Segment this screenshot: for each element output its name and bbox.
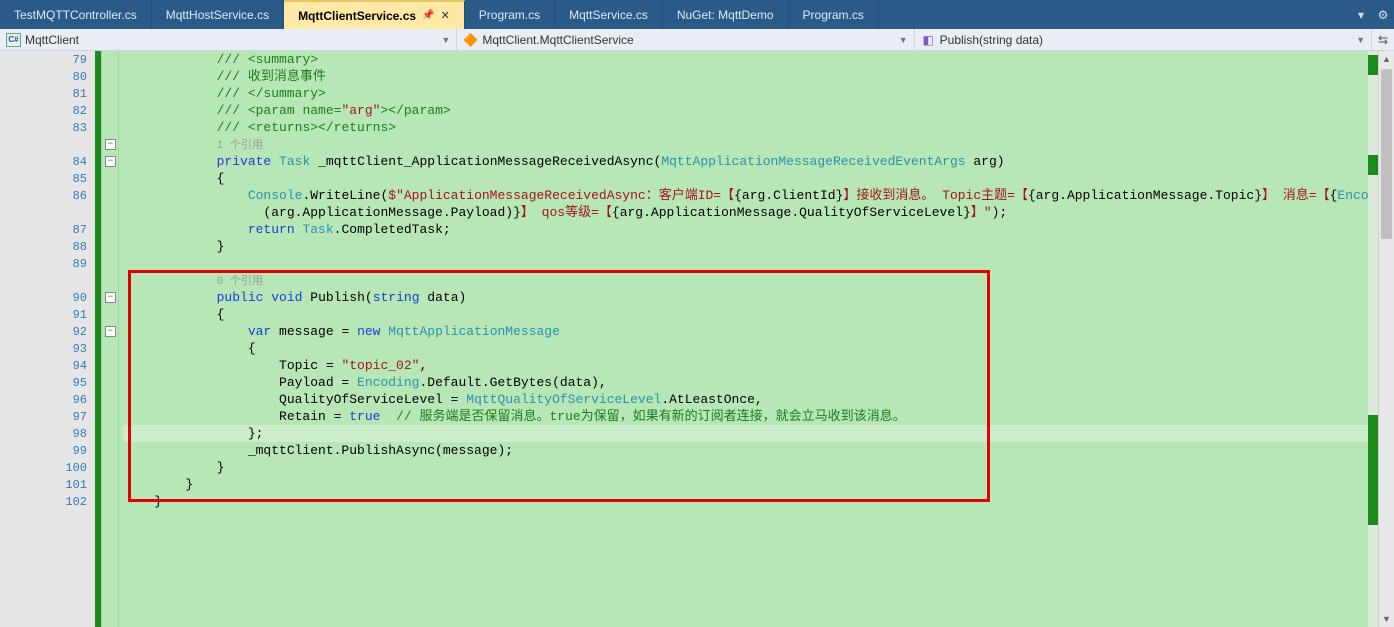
code-line[interactable]: Console.WriteLine($"ApplicationMessageRe… bbox=[123, 187, 1394, 204]
code-line[interactable]: _mqttClient.PublishAsync(message); bbox=[123, 442, 1394, 459]
fold-column[interactable]: − − − − bbox=[101, 51, 119, 627]
tab-nuget[interactable]: NuGet: MqttDemo bbox=[663, 0, 789, 29]
code-line[interactable]: private Task _mqttClient_ApplicationMess… bbox=[123, 153, 1394, 170]
overview-margin bbox=[1368, 51, 1378, 627]
scroll-up-arrow[interactable]: ▲ bbox=[1379, 51, 1394, 67]
method-icon: ◧ bbox=[921, 33, 936, 47]
code-line[interactable]: 1 个引用 bbox=[123, 136, 1394, 153]
code-line[interactable] bbox=[123, 255, 1394, 272]
code-line[interactable]: } bbox=[123, 459, 1394, 476]
pin-icon[interactable]: 📌 bbox=[422, 10, 434, 21]
code-line[interactable]: } bbox=[123, 238, 1394, 255]
code-line[interactable]: { bbox=[123, 340, 1394, 357]
scroll-down-arrow[interactable]: ▼ bbox=[1379, 611, 1394, 627]
line-number-gutter: 7980818283848586878889909192939495969798… bbox=[20, 51, 95, 627]
tab-overflow-dropdown[interactable]: ▾ bbox=[1350, 0, 1372, 29]
code-line[interactable]: Payload = Encoding.Default.GetBytes(data… bbox=[123, 374, 1394, 391]
code-line[interactable]: /// 收到消息事件 bbox=[123, 68, 1394, 85]
tab-program-2[interactable]: Program.cs bbox=[789, 0, 879, 29]
code-line[interactable]: var message = new MqttApplicationMessage bbox=[123, 323, 1394, 340]
csharp-icon: C# bbox=[6, 33, 21, 47]
code-area[interactable]: /// <summary> /// 收到消息事件 /// </summary> … bbox=[119, 51, 1394, 627]
fold-toggle[interactable]: − bbox=[105, 326, 116, 337]
tab-mqttservice[interactable]: MqttService.cs bbox=[555, 0, 663, 29]
tab-program[interactable]: Program.cs bbox=[465, 0, 555, 29]
fold-toggle[interactable]: − bbox=[105, 156, 116, 167]
chevron-down-icon: ▼ bbox=[899, 35, 908, 45]
code-line[interactable]: } bbox=[123, 476, 1394, 493]
class-icon: 🔶 bbox=[463, 33, 478, 47]
scroll-thumb[interactable] bbox=[1381, 69, 1392, 239]
code-line[interactable]: Topic = "topic_02", bbox=[123, 357, 1394, 374]
tab-mqttclientservice[interactable]: MqttClientService.cs📌✕ bbox=[284, 0, 465, 29]
code-line[interactable]: } bbox=[123, 493, 1394, 510]
navigation-bar: C# MqttClient ▼ 🔶 MqttClient.MqttClientS… bbox=[0, 29, 1394, 51]
code-line[interactable]: Retain = true // 服务端是否保留消息。true为保留，如果有新的… bbox=[123, 408, 1394, 425]
tab-testmqttcontroller[interactable]: TestMQTTController.cs bbox=[0, 0, 152, 29]
code-line[interactable]: return Task.CompletedTask; bbox=[123, 221, 1394, 238]
code-line[interactable]: /// </summary> bbox=[123, 85, 1394, 102]
code-line[interactable]: }; bbox=[123, 425, 1394, 442]
class-dropdown[interactable]: 🔶 MqttClient.MqttClientService ▼ bbox=[457, 29, 914, 51]
member-dropdown[interactable]: ◧ Publish(string data) ▼ bbox=[915, 29, 1372, 51]
code-line[interactable]: /// <summary> bbox=[123, 51, 1394, 68]
code-line[interactable]: QualityOfServiceLevel = MqttQualityOfSer… bbox=[123, 391, 1394, 408]
scope-dropdown[interactable]: C# MqttClient ▼ bbox=[0, 29, 457, 51]
tab-mqtthostservice[interactable]: MqttHostService.cs bbox=[152, 0, 284, 29]
margin-indicator bbox=[0, 51, 20, 627]
chevron-down-icon: ▼ bbox=[1356, 35, 1365, 45]
code-line[interactable]: /// <returns></returns> bbox=[123, 119, 1394, 136]
split-view-button[interactable]: ⇆ bbox=[1372, 33, 1394, 47]
vertical-scrollbar[interactable]: ▲ ▼ bbox=[1378, 51, 1394, 627]
file-tab-bar: TestMQTTController.cs MqttHostService.cs… bbox=[0, 0, 1394, 29]
settings-icon[interactable]: ⚙ bbox=[1372, 0, 1394, 29]
code-line[interactable]: public void Publish(string data) bbox=[123, 289, 1394, 306]
fold-toggle[interactable]: − bbox=[105, 292, 116, 303]
code-editor[interactable]: 7980818283848586878889909192939495969798… bbox=[0, 51, 1394, 627]
code-line[interactable]: 0 个引用 bbox=[123, 272, 1394, 289]
chevron-down-icon: ▼ bbox=[441, 35, 450, 45]
fold-toggle[interactable]: − bbox=[105, 139, 116, 150]
code-line[interactable]: { bbox=[123, 170, 1394, 187]
close-icon[interactable]: ✕ bbox=[441, 9, 450, 22]
code-line[interactable]: { bbox=[123, 306, 1394, 323]
code-line[interactable]: (arg.ApplicationMessage.Payload)}】 qos等级… bbox=[123, 204, 1394, 221]
code-line[interactable]: /// <param name="arg"></param> bbox=[123, 102, 1394, 119]
